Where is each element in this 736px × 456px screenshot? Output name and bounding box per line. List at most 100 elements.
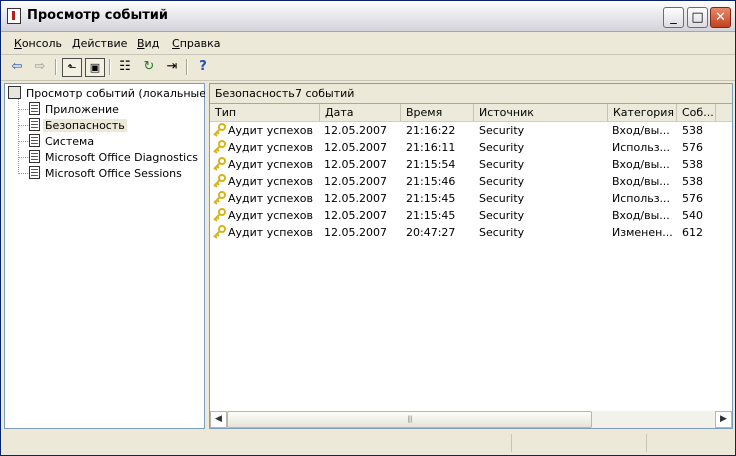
table-row[interactable]: Аудит успехов 12.05.2007 21:16:11 Security И… [210, 139, 716, 156]
up-folder-icon[interactable]: ⬑ [62, 58, 82, 77]
table-row[interactable]: Аудит успехов 12.05.2007 21:15:45 Security И… [210, 190, 716, 207]
cell-category-text: Изменен... [612, 226, 673, 239]
tree-item-office-diagnostics[interactable]: Microsoft Office Diagnostics [29, 150, 200, 165]
tree-root-item[interactable]: Просмотр событий (локальные) [8, 86, 212, 101]
cell-type-text: Аудит успехов [228, 124, 313, 137]
event-log-icon [29, 134, 40, 147]
cell-source-text: Security [479, 226, 525, 239]
menu-console[interactable]: Консоль [14, 37, 62, 50]
cell-type: Аудит успехов [212, 190, 313, 207]
column-header-category[interactable]: Категория [608, 104, 677, 121]
cell-time-text: 21:15:45 [406, 192, 456, 205]
event-list-pane: Безопасность 7 событий Тип Дата Время Ис… [209, 83, 733, 429]
menu-help[interactable]: Справка [172, 37, 220, 50]
cell-date: 12.05.2007 [324, 207, 387, 224]
cell-source: Security [479, 190, 524, 207]
tree-item-system[interactable]: Система [29, 134, 96, 149]
tree-item-office-sessions[interactable]: Microsoft Office Sessions [29, 166, 184, 181]
column-headers: Тип Дата Время Источник Категория Соб... [210, 104, 732, 122]
cell-source-text: Security [479, 124, 525, 137]
menu-view[interactable]: Вид [137, 37, 159, 50]
export-list-icon[interactable]: ⇥ [162, 58, 182, 77]
cell-category: Вход/вы... [612, 173, 670, 190]
event-viewer-app-icon[interactable] [7, 8, 21, 24]
console-tree[interactable]: Просмотр событий (локальные) Приложение … [4, 83, 210, 429]
refresh-icon[interactable]: ↻ [139, 58, 159, 77]
log-name: Безопасность [215, 87, 295, 100]
cell-event-id-text: 540 [682, 209, 703, 222]
maximize-button[interactable]: □ [687, 7, 708, 28]
audit-success-key-icon [213, 174, 226, 188]
status-bar [1, 432, 735, 455]
table-row[interactable]: Аудит успехов 12.05.2007 21:16:22 Security В… [210, 122, 716, 139]
forward-arrow-icon[interactable]: ⇨ [30, 58, 50, 77]
cell-time: 21:16:22 [406, 122, 455, 139]
cell-event-id-text: 538 [682, 175, 703, 188]
column-header-time[interactable]: Время [401, 104, 474, 121]
tree-connector [18, 125, 28, 126]
cell-source: Security [479, 139, 524, 156]
table-row[interactable]: Аудит успехов 12.05.2007 21:15:45 Security В… [210, 207, 716, 224]
cell-time-text: 21:15:46 [406, 175, 456, 188]
cell-category-text: Использ... [612, 192, 671, 205]
column-header-date[interactable]: Дата [320, 104, 401, 121]
cell-category: Изменен... [612, 224, 673, 241]
cell-event-id: 538 [682, 156, 703, 173]
cell-date-text: 12.05.2007 [324, 192, 387, 205]
status-pane-3 [646, 434, 735, 452]
horizontal-scrollbar[interactable]: ◀ ||| ▶ [210, 411, 732, 428]
cell-time-text: 21:15:54 [406, 158, 456, 171]
event-log-icon [29, 150, 40, 163]
audit-success-key-icon [213, 123, 226, 137]
cell-source-text: Security [479, 175, 525, 188]
toolbar-separator [186, 59, 188, 75]
cell-time-text: 21:16:22 [406, 124, 456, 137]
audit-success-key-icon [213, 140, 226, 154]
properties-icon[interactable]: ☷ [115, 58, 135, 77]
table-row[interactable]: Аудит успехов 12.05.2007 21:15:46 Security В… [210, 173, 716, 190]
cell-date: 12.05.2007 [324, 139, 387, 156]
toolbar-separator [109, 59, 111, 75]
cell-type-text: Аудит успехов [228, 209, 313, 222]
table-row[interactable]: Аудит успехов 12.05.2007 21:15:54 Security В… [210, 156, 716, 173]
cell-type-text: Аудит успехов [228, 175, 313, 188]
cell-category-text: Вход/вы... [612, 124, 670, 137]
cell-time: 20:47:27 [406, 224, 455, 241]
tree-connector [18, 157, 28, 158]
cell-type: Аудит успехов [212, 173, 313, 190]
table-row[interactable]: Аудит успехов 12.05.2007 20:47:27 Security И… [210, 224, 716, 241]
title-bar[interactable]: Просмотр событий _ □ ✕ [1, 1, 735, 32]
tree-item-security[interactable]: Безопасность [29, 118, 127, 133]
status-pane-2 [511, 434, 646, 452]
column-header-type[interactable]: Тип [210, 104, 320, 121]
back-arrow-icon[interactable]: ⇦ [7, 58, 27, 77]
event-log-icon [29, 166, 40, 179]
scroll-thumb[interactable]: ||| [227, 411, 592, 428]
column-header-source[interactable]: Источник [474, 104, 608, 121]
tree-item-application[interactable]: Приложение [29, 102, 121, 117]
show-hide-tree-icon[interactable]: ▣ [85, 58, 105, 77]
cell-time: 21:15:45 [406, 190, 455, 207]
menu-action[interactable]: Действие [72, 37, 127, 50]
audit-success-key-icon [213, 225, 226, 239]
cell-time: 21:15:54 [406, 156, 455, 173]
scroll-right-button[interactable]: ▶ [715, 411, 732, 428]
cell-type: Аудит успехов [212, 139, 313, 156]
cell-source-text: Security [479, 158, 525, 171]
column-header-event-id[interactable]: Соб... [677, 104, 716, 121]
menu-bar: Консоль Действие Вид Справка [1, 32, 735, 55]
toolbar-separator [55, 59, 57, 75]
cell-type-text: Аудит успехов [228, 226, 313, 239]
cell-date-text: 12.05.2007 [324, 141, 387, 154]
event-log-icon [29, 118, 40, 131]
cell-event-id: 538 [682, 173, 703, 190]
help-icon[interactable]: ? [193, 58, 213, 77]
cell-date-text: 12.05.2007 [324, 158, 387, 171]
scroll-left-button[interactable]: ◀ [210, 411, 227, 428]
cell-date: 12.05.2007 [324, 224, 387, 241]
minimize-button[interactable]: _ [663, 7, 684, 28]
close-button[interactable]: ✕ [710, 7, 731, 28]
event-log-icon [29, 102, 40, 115]
cell-category: Вход/вы... [612, 156, 670, 173]
tree-connector [18, 109, 28, 110]
